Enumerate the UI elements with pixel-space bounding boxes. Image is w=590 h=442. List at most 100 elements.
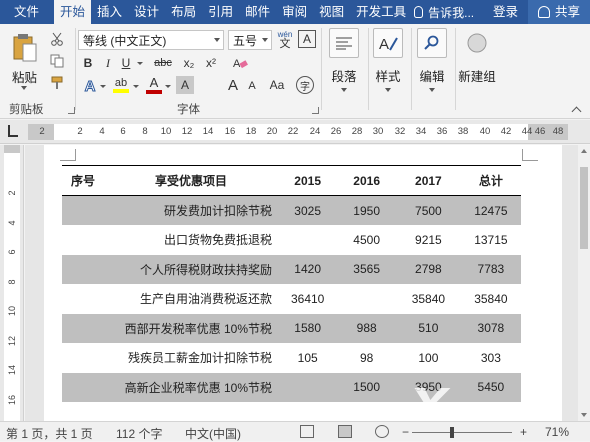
zoom-slider-thumb[interactable] — [450, 427, 454, 438]
tab-view[interactable]: 视图 — [313, 0, 350, 24]
value-2015-cell: 1420 — [278, 254, 338, 284]
zoom-slider[interactable] — [412, 432, 512, 433]
clipboard-group-label: 剪贴板 — [9, 104, 44, 116]
tab-layout[interactable]: 布局 — [165, 0, 202, 24]
value-2015-cell: 36410 — [290, 291, 325, 306]
font-color-button[interactable]: A — [144, 74, 164, 96]
vertical-ruler[interactable]: 2 4 6 8 10 12 14 16 — [0, 145, 24, 421]
row-number-cell — [62, 284, 104, 314]
tell-me-box[interactable]: 告诉我... — [408, 0, 480, 24]
document-area[interactable]: 序号 享受优惠项目 2015 2016 2017 总计 研发费加计扣除节税 302… — [25, 145, 578, 421]
font-launcher-icon[interactable] — [312, 107, 319, 114]
document-page[interactable]: 序号 享受优惠项目 2015 2016 2017 总计 研发费加计扣除节税 302… — [44, 145, 562, 421]
value-2015-cell: 3025 — [278, 195, 338, 225]
collapse-ribbon-icon[interactable] — [571, 106, 582, 117]
font-name-combo[interactable]: 等线 (中文正文) — [78, 30, 224, 50]
total-cell: 35840 — [474, 291, 508, 306]
editing-button[interactable]: 编辑 — [410, 28, 454, 92]
format-painter-icon[interactable] — [48, 74, 66, 92]
vertical-ruler-tick-label: 2 — [7, 190, 17, 196]
highlight-dropdown-icon[interactable] — [133, 85, 139, 88]
data-table[interactable]: 序号 享受优惠项目 2015 2016 2017 总计 研发费加计扣除节税 302… — [62, 165, 521, 402]
scroll-thumb[interactable] — [580, 167, 588, 249]
vertical-scrollbar[interactable] — [578, 145, 590, 421]
vertical-ruler-tick-label: 12 — [7, 335, 17, 346]
print-layout-icon[interactable] — [338, 425, 352, 438]
scroll-up-icon[interactable] — [581, 149, 587, 153]
total-cell: 3078 — [460, 313, 521, 343]
tab-mailings[interactable]: 邮件 — [239, 0, 276, 24]
read-mode-icon[interactable] — [300, 425, 314, 438]
enclose-character-button[interactable]: 字 — [296, 76, 314, 94]
tab-insert[interactable]: 插入 — [91, 0, 128, 24]
total-cell: 12475 — [460, 195, 521, 225]
table-row: 残疾员工薪金加计扣除节税 105 98 100 303 — [62, 343, 521, 373]
cut-icon[interactable] — [48, 30, 66, 48]
ruler-tick-label: 30 — [372, 126, 384, 137]
phonetic-guide-button[interactable]: wén 文 — [275, 28, 295, 52]
ruler-tick-label: 24 — [309, 126, 321, 137]
highlight-color-button[interactable]: ab — [110, 74, 132, 96]
shrink-font-button[interactable]: A — [244, 78, 260, 94]
superscript-button[interactable]: x² — [202, 54, 220, 72]
tab-file[interactable]: 文件 — [0, 0, 53, 24]
character-shading-button[interactable]: A — [176, 76, 194, 94]
new-group-button[interactable]: 新建组 — [453, 28, 501, 85]
clear-formatting-icon[interactable]: A — [230, 54, 250, 72]
web-layout-icon[interactable] — [375, 425, 389, 438]
tab-design[interactable]: 设计 — [128, 0, 165, 24]
paste-button[interactable] — [8, 30, 42, 66]
paste-dropdown-icon[interactable] — [21, 86, 27, 90]
grow-font-button[interactable]: A — [224, 76, 242, 94]
tab-references[interactable]: 引用 — [202, 0, 239, 24]
zoom-level[interactable]: 71% — [545, 425, 569, 439]
vertical-ruler-tick-label: 10 — [7, 305, 17, 317]
table-row: 个人所得税财政扶持奖励 1420 3565 2798 7783 — [62, 254, 521, 284]
ruler-tick-label: 22 — [287, 126, 299, 137]
ruler-tick-label: 4 — [99, 126, 105, 137]
editing-dropdown-icon — [429, 88, 435, 92]
value-2016-cell: 1500 — [337, 372, 396, 402]
paragraph-button[interactable]: 段落 — [322, 28, 366, 92]
tab-developer[interactable]: 开发工具 — [350, 0, 408, 24]
page-count[interactable]: 第 1 页，共 1 页 — [6, 425, 93, 442]
ruler-tick-label: 26 — [330, 126, 342, 137]
copy-icon[interactable] — [48, 52, 66, 70]
share-button[interactable]: 共享 — [527, 0, 590, 24]
table-row: 西部开发税率优惠 10%节税 1580 988 510 3078 — [62, 313, 521, 343]
ruler-tick-label: 2 — [77, 126, 83, 137]
word-count[interactable]: 112 个字 — [116, 425, 162, 442]
bold-button[interactable]: B — [80, 54, 96, 72]
change-case-button[interactable]: Aa — [266, 76, 288, 94]
margin-corner-mark — [522, 149, 538, 161]
subscript-glyph: x₂ — [183, 56, 195, 70]
italic-glyph: I — [106, 55, 110, 70]
tab-home[interactable]: 开始 — [53, 0, 92, 24]
horizontal-ruler[interactable]: 2 2 4 6 8 10 12 14 16 18 20 22 24 26 28 30 32 34 36 38 40 42 4… — [0, 120, 590, 144]
underline-dropdown-icon[interactable] — [137, 62, 143, 65]
underline-button[interactable]: U — [118, 54, 134, 72]
subscript-button[interactable]: x₂ — [180, 54, 198, 72]
font-group-label: 字体 — [177, 104, 200, 116]
vertical-ruler-tick-label: 8 — [7, 278, 17, 285]
font-color-dropdown-icon[interactable] — [165, 85, 171, 88]
text-effects-dropdown-icon[interactable] — [100, 85, 106, 88]
zoom-out-button[interactable]: − — [402, 425, 409, 439]
ruler-tick-label: 46 — [534, 126, 546, 137]
font-size-combo[interactable]: 五号 — [228, 30, 272, 50]
tab-review[interactable]: 审阅 — [276, 0, 313, 24]
character-border-button[interactable]: A — [298, 30, 316, 48]
text-effects-button[interactable]: A — [80, 76, 100, 96]
clipboard-launcher-icon[interactable] — [68, 107, 75, 114]
value-2015-cell: 105 — [297, 350, 318, 365]
styles-button[interactable]: A 样式 — [366, 28, 410, 92]
svg-text:A: A — [379, 36, 389, 52]
ruler-tick-label: 40 — [479, 126, 491, 137]
zoom-in-button[interactable]: + — [520, 425, 527, 439]
italic-button[interactable]: I — [100, 54, 116, 72]
scroll-down-icon[interactable] — [581, 413, 587, 417]
sign-in-link[interactable]: 登录 — [483, 0, 528, 24]
language-status[interactable]: 中文(中国) — [185, 425, 241, 442]
tab-selector-icon[interactable] — [8, 125, 18, 137]
strikethrough-button[interactable]: abc — [151, 54, 175, 72]
